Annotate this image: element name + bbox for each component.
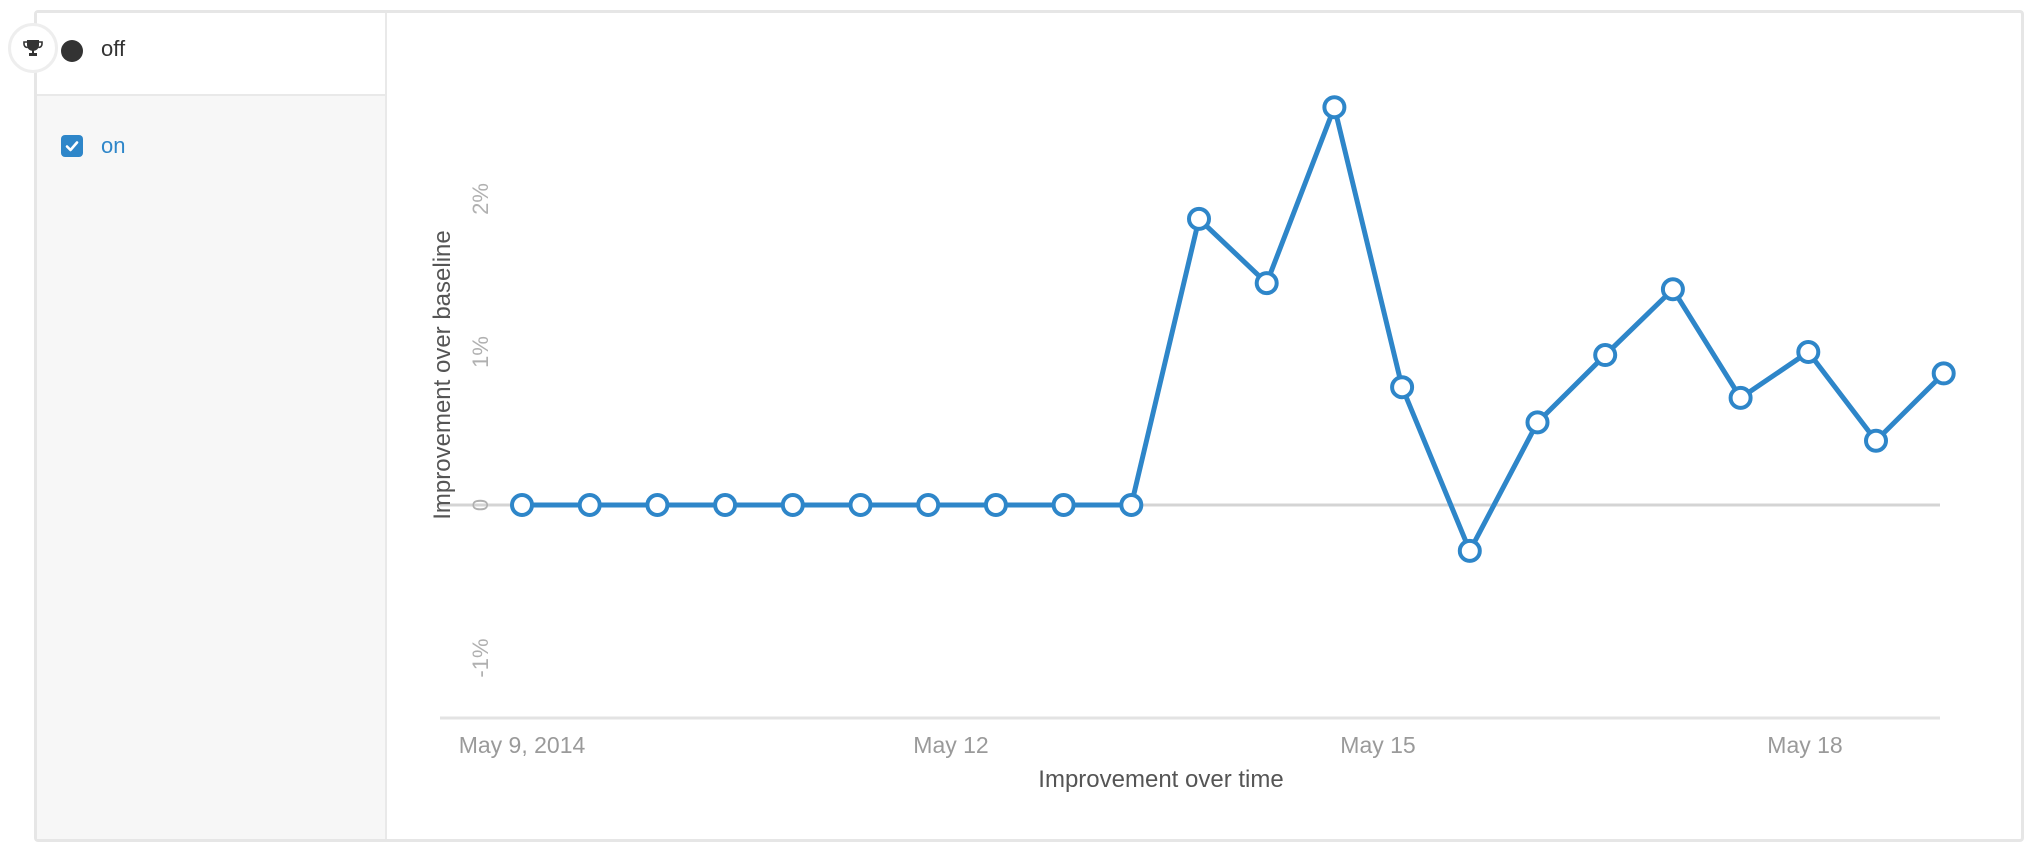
data-point: [1796, 340, 1821, 364]
y-tick-label: 1%: [468, 336, 493, 368]
data-point: [1119, 493, 1144, 517]
data-point: [1187, 206, 1211, 231]
data-point: [848, 493, 873, 517]
data-point: [1457, 538, 1482, 563]
series-line: [522, 104, 1946, 554]
x-tick-label: May 12: [913, 732, 988, 758]
data-point: [1931, 361, 1956, 386]
y-tick-label: 2%: [468, 183, 493, 215]
y-tick-label: -1%: [468, 638, 493, 677]
data-point: [1864, 428, 1888, 453]
x-tick-label: May 9, 2014: [459, 732, 586, 758]
data-point: [916, 493, 941, 517]
data-point: [510, 493, 534, 517]
data-point: [983, 493, 1008, 517]
data-point: [1525, 410, 1550, 435]
x-axis-title: Improvement over time: [1038, 766, 1283, 793]
y-axis-title: Improvement over baseline: [429, 230, 456, 519]
x-tick-label: May 18: [1767, 732, 1842, 758]
data-point: [713, 493, 738, 517]
x-tick-label: May 15: [1340, 732, 1415, 758]
data-point: [1728, 385, 1753, 410]
data-point: [645, 493, 670, 517]
data-point: [1660, 277, 1685, 302]
data-point: [1051, 493, 1076, 517]
data-point: [1593, 343, 1618, 368]
y-tick-label: 0: [468, 499, 493, 511]
data-point: [780, 493, 805, 517]
data-point: [1390, 375, 1415, 400]
data-point: [1322, 95, 1347, 120]
data-point: [1254, 271, 1279, 296]
data-point: [577, 493, 602, 517]
improvement-line-chart: -1% 0 1% 2% Improvement over baseline May 9, …: [429, 95, 1956, 793]
